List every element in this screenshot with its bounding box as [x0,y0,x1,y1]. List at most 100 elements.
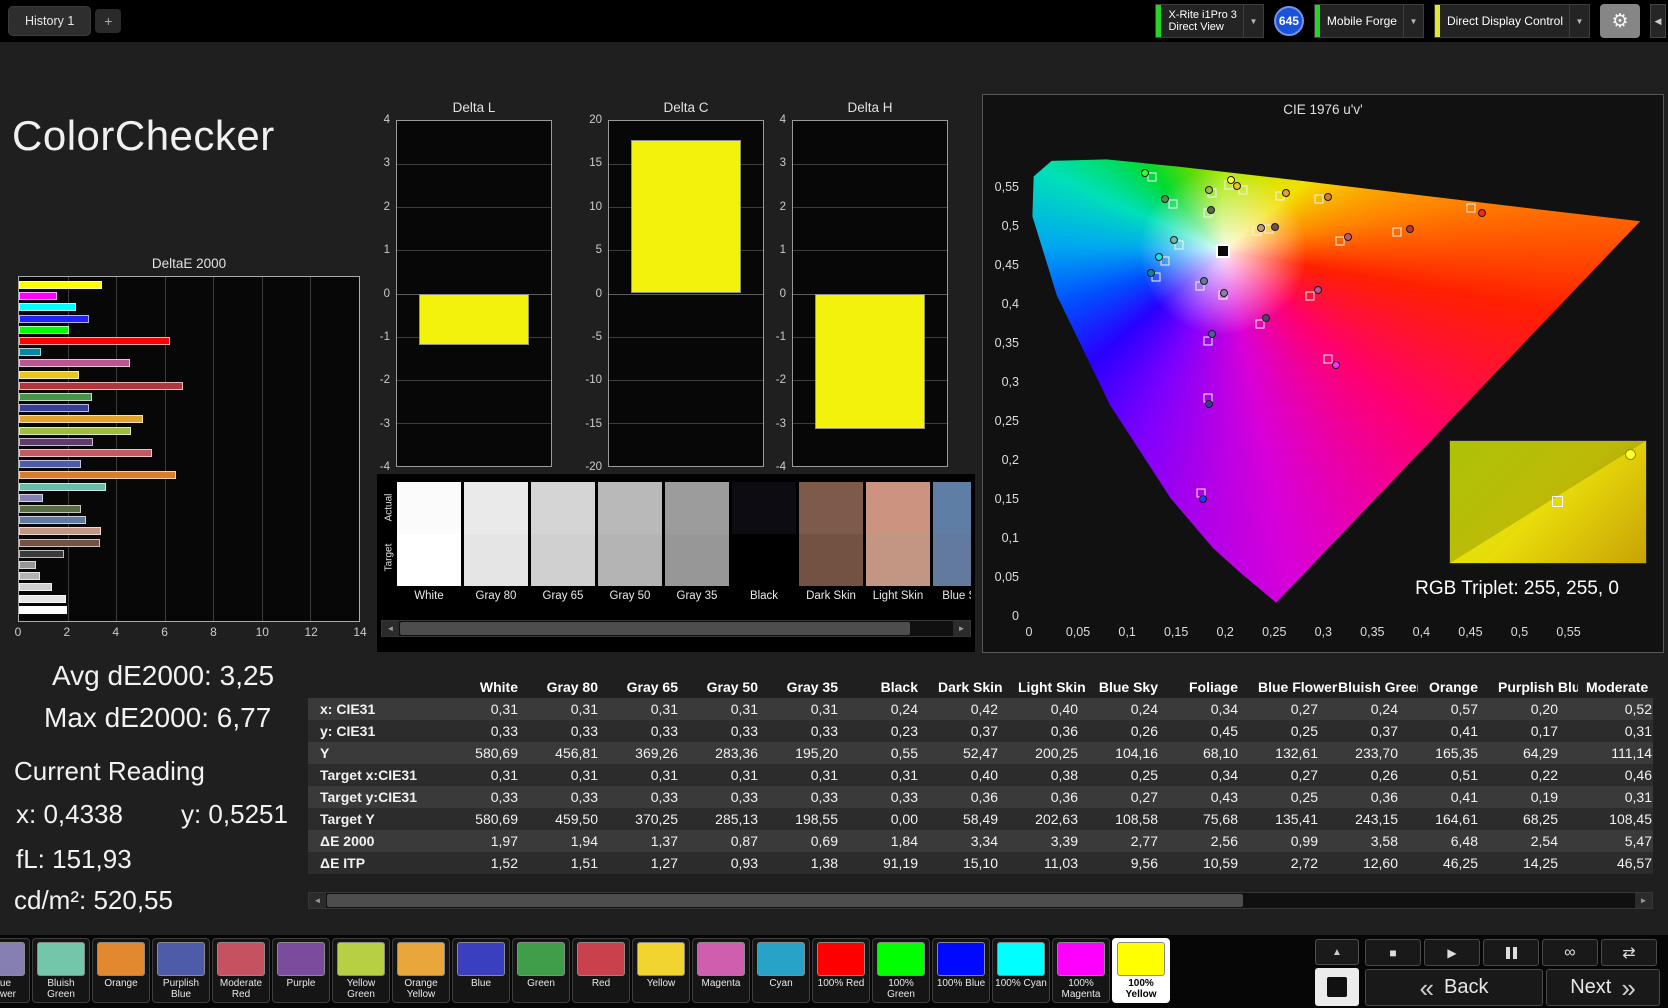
patch-button-100-magenta[interactable]: 100% Magenta [1052,938,1110,1003]
axis-tick-label: 0,5 [1511,625,1528,639]
scroll-right-button[interactable]: ► [1635,893,1652,908]
patch-button-green[interactable]: Green [512,938,570,1003]
patch-button-red[interactable]: Red [572,938,630,1003]
patch-button-100-green[interactable]: 100% Green [872,938,930,1003]
scroll-thumb[interactable] [327,894,1243,907]
cell: 0,22 [1498,764,1578,786]
swatch-actual-color [598,482,662,534]
patch-button-orange[interactable]: Orange [92,938,150,1003]
cell: 0,33 [538,720,618,742]
plot-area [396,120,552,467]
expand-patterns-button[interactable]: ▲ [1315,939,1359,965]
cell: 243,15 [1338,808,1418,830]
measured-point [1406,225,1414,233]
axis-tick-label: -4 [776,461,786,473]
scroll-right-button[interactable]: ► [953,621,970,636]
patch-button-moderate-red[interactable]: Moderate Red [212,938,270,1003]
table-row: ΔE ITP1,521,511,270,931,3891,1915,1011,0… [308,852,1653,874]
cell: 0,00 [858,808,938,830]
measured-point [1208,330,1216,338]
measured-point [1344,233,1352,241]
cell: 0,33 [778,720,858,742]
axis-tick-label: -1 [776,331,786,343]
table-row: y: CIE310,330,330,330,330,330,230,370,36… [308,720,1653,742]
pattern-source-dropdown[interactable]: Mobile Forge ▼ [1314,4,1424,38]
cell: 0,33 [618,786,698,808]
cell: 580,69 [458,742,538,764]
swatch-label: Gray 65 [531,590,595,602]
cell: 0,26 [1098,720,1178,742]
back-button[interactable]: « Back [1365,969,1543,1006]
display-control-dropdown[interactable]: Direct Display Control ▼ [1434,4,1590,38]
scroll-left-button[interactable]: ◄ [382,621,399,636]
deltae-bar [19,337,170,345]
patch-button-blue[interactable]: Blue [452,938,510,1003]
measured-point [1205,186,1213,194]
scroll-thumb[interactable] [400,622,910,635]
patch-button-orange-yellow[interactable]: Orange Yellow [392,938,450,1003]
axis-tick-label: 2 [384,201,390,213]
meter-name: X-Rite i1Pro 3 [1168,9,1236,21]
table-row: ΔE 20001,971,941,370,870,691,843,343,392… [308,830,1653,852]
patch-button-cyan[interactable]: Cyan [752,938,810,1003]
swatch-label: White [397,590,461,602]
patch-button-yellow[interactable]: Yellow [632,938,690,1003]
patch-button-purple[interactable]: Purple [272,938,330,1003]
gridline [397,164,551,165]
play-button[interactable]: ▶ [1424,939,1480,966]
patch-button-blue-flower[interactable]: Blue Flower [0,938,30,1003]
history-tab[interactable]: History 1 [8,6,91,36]
add-tab-button[interactable]: + [95,9,121,33]
settings-button[interactable]: ⚙ [1600,4,1640,38]
cell: 15,10 [938,852,1018,874]
continuous-read-button[interactable]: ∞ [1542,939,1598,966]
collapse-panel-button[interactable]: ◀ [1650,4,1666,38]
swatch-scrollbar[interactable]: ◄ ► [381,620,971,637]
swatch-label: Gray 50 [598,590,662,602]
swatch-target-color [933,534,971,586]
patch-button-bluish-green[interactable]: Bluish Green [32,938,90,1003]
patch-button-magenta[interactable]: Magenta [692,938,750,1003]
deltae-bar [19,527,101,535]
actual-row-label: Actual [384,485,395,531]
loop-button[interactable]: ⇄ [1601,939,1657,966]
measured-point [1257,224,1265,232]
patch-button-100-yellow[interactable]: 100% Yellow [1112,938,1170,1003]
pause-button[interactable] [1483,939,1539,966]
scroll-left-button[interactable]: ◄ [309,893,326,908]
next-button[interactable]: Next » [1546,969,1660,1006]
meter-label: X-Rite i1Pro 3 Direct View [1168,9,1236,33]
cell: 0,69 [778,830,858,852]
cell: 0,51 [1418,764,1498,786]
axis-tick-label: 0,15 [995,492,1019,506]
swatch-actual-color [732,482,796,534]
cell: 456,81 [538,742,618,764]
gridline [609,423,763,424]
patch-button-yellow-green[interactable]: Yellow Green [332,938,390,1003]
patch-button-100-red[interactable]: 100% Red [812,938,870,1003]
cell: 0,46 [1578,764,1653,786]
target-row-label: Target [384,535,395,581]
table-scrollbar[interactable]: ◄ ► [308,892,1653,909]
axis-tick-label: -3 [380,418,390,430]
patch-button-100-cyan[interactable]: 100% Cyan [992,938,1050,1003]
axis-tick-label: 15 [589,157,602,169]
patch-button-purplish-blue[interactable]: Purplish Blue [152,938,210,1003]
patch-button-100-blue[interactable]: 100% Blue [932,938,990,1003]
cell: 0,41 [1418,720,1498,742]
scroll-track[interactable] [326,893,1635,908]
measured-point [1207,206,1215,214]
pattern-window-button[interactable] [1315,968,1359,1006]
column-header: Blue Sky [1098,676,1178,698]
axis-tick-label: 2 [64,625,71,639]
cell: 3,34 [938,830,1018,852]
reading-x: x: 0,4338 [16,799,123,830]
cell: 0,31 [618,764,698,786]
cell: 0,93 [698,852,778,874]
actual-target-swatch-strip: Actual Target WhiteGray 80Gray 65Gray 50… [377,474,975,652]
cell: 0,31 [458,764,538,786]
stop-button[interactable]: ■ [1365,939,1421,966]
scroll-track[interactable] [399,621,953,636]
patch-color-swatch [877,942,925,976]
meter-dropdown[interactable]: X-Rite i1Pro 3 Direct View ▼ [1155,4,1263,38]
